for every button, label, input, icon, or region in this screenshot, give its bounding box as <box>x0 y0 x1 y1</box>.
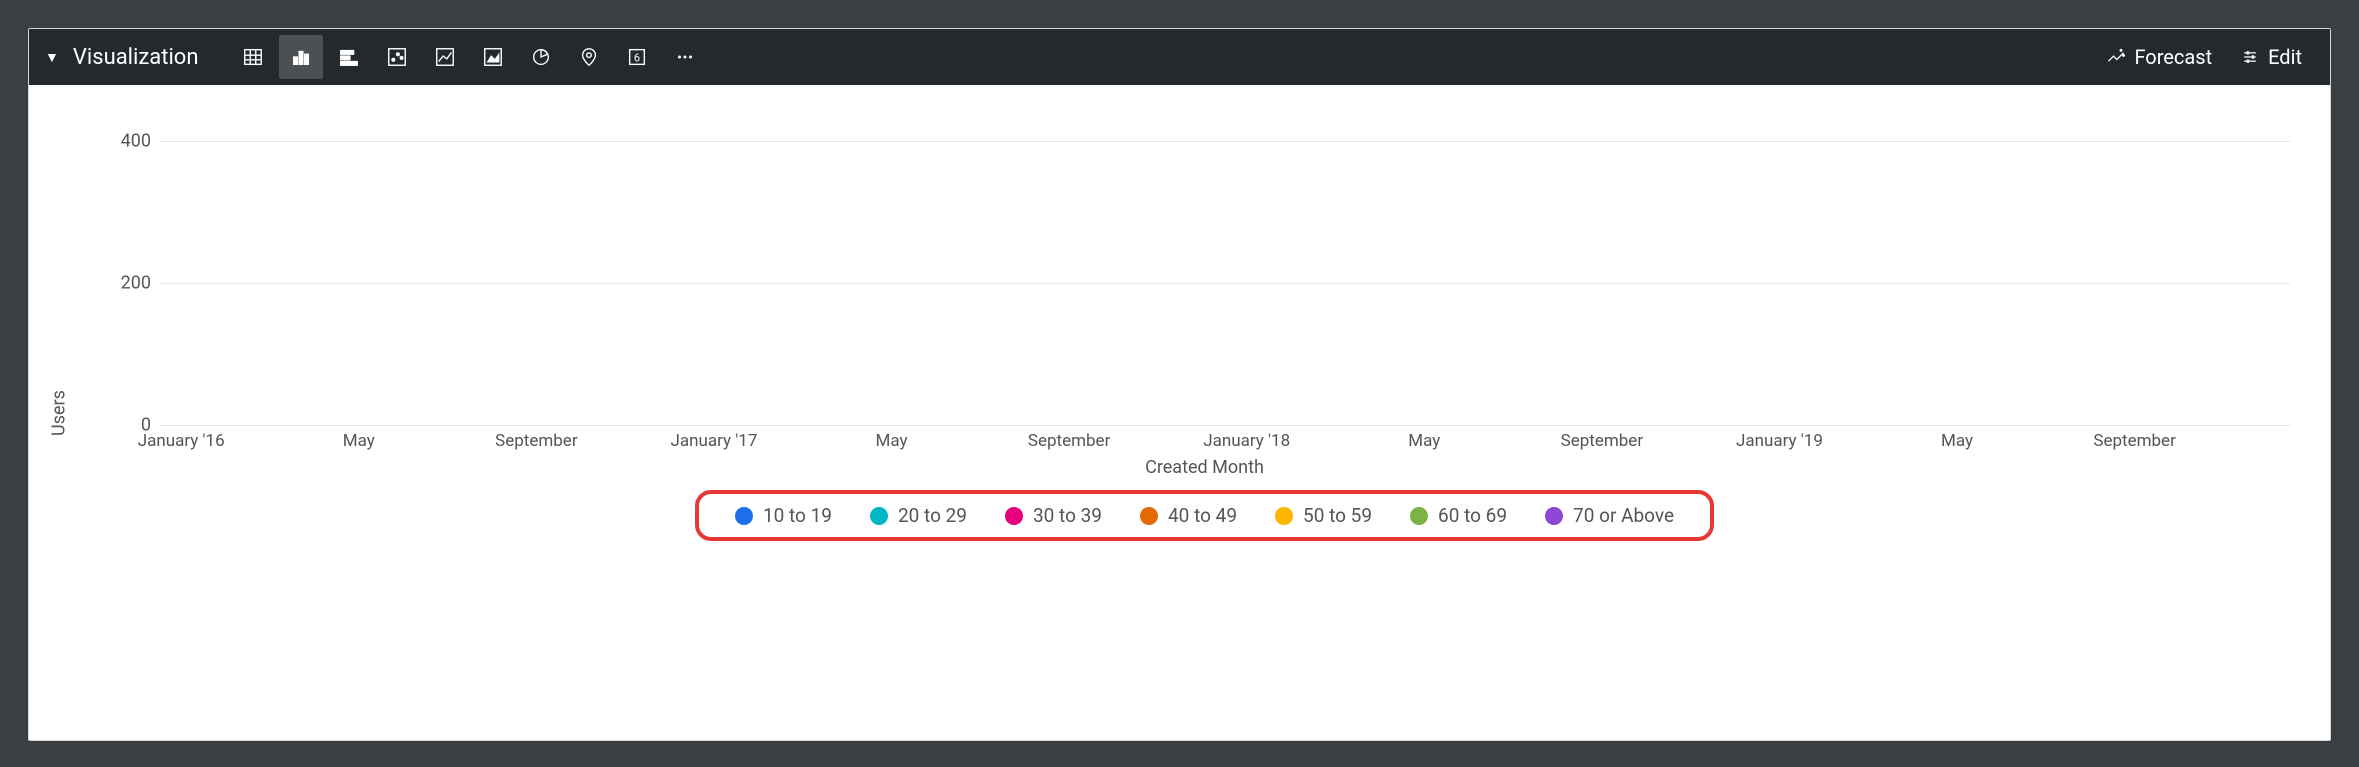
map-chart-icon[interactable] <box>567 35 611 79</box>
legend-swatch <box>735 507 753 525</box>
pie-chart-icon[interactable] <box>519 35 563 79</box>
x-tick-label: September <box>1561 431 1643 451</box>
legend-swatch <box>1545 507 1563 525</box>
legend-label: 30 to 39 <box>1033 504 1102 527</box>
legend-swatch <box>1275 507 1293 525</box>
legend-label: 40 to 49 <box>1168 504 1237 527</box>
y-axis-label: Users <box>49 390 70 436</box>
visualization-panel: ▼ Visualization <box>28 28 2331 741</box>
more-chart-types-icon[interactable] <box>663 35 707 79</box>
x-tick-label: January '17 <box>670 431 757 451</box>
chart-area: Users 0200400 January '16 May September Jan… <box>29 85 2330 740</box>
x-tick-label: September <box>1028 431 1110 451</box>
panel-title: Visualization <box>73 45 199 70</box>
legend-label: 20 to 29 <box>898 504 967 527</box>
x-tick-label: January '16 <box>138 431 225 451</box>
x-tick-label: January '19 <box>1736 431 1823 451</box>
collapse-toggle-icon[interactable]: ▼ <box>45 49 59 66</box>
legend-item[interactable]: 30 to 39 <box>1005 504 1102 527</box>
line-chart-icon[interactable] <box>423 35 467 79</box>
x-tick-label: May <box>1941 431 1973 451</box>
legend-label: 50 to 59 <box>1303 504 1372 527</box>
forecast-label: Forecast <box>2134 45 2212 69</box>
x-axis: January '16MaySeptemberJanuary '17MaySep… <box>159 425 2290 453</box>
x-tick-label: May <box>343 431 375 451</box>
y-tick-label: 200 <box>107 272 151 293</box>
chart-plot[interactable]: 0200400 <box>159 105 2290 425</box>
legend-label: 10 to 19 <box>763 504 832 527</box>
legend-label: 70 or Above <box>1573 504 1674 527</box>
y-tick-label: 400 <box>107 130 151 151</box>
legend-swatch <box>1410 507 1428 525</box>
bar-chart-icon[interactable] <box>327 35 371 79</box>
table-chart-icon[interactable] <box>231 35 275 79</box>
legend-item[interactable]: 70 or Above <box>1545 504 1674 527</box>
single-value-chart-icon[interactable]: 6 <box>615 35 659 79</box>
legend-item[interactable]: 50 to 59 <box>1275 504 1372 527</box>
legend-swatch <box>870 507 888 525</box>
legend-item[interactable]: 60 to 69 <box>1410 504 1507 527</box>
edit-button[interactable]: Edit <box>2228 35 2314 79</box>
svg-text:6: 6 <box>633 52 639 65</box>
area-chart-icon[interactable] <box>471 35 515 79</box>
x-tick-label: May <box>876 431 908 451</box>
x-tick-label: September <box>2093 431 2175 451</box>
visualization-toolbar: ▼ Visualization <box>29 29 2330 85</box>
edit-label: Edit <box>2268 45 2302 69</box>
column-chart-icon[interactable] <box>279 35 323 79</box>
bars-container <box>159 105 2290 425</box>
x-tick-label: January '18 <box>1203 431 1290 451</box>
scatter-chart-icon[interactable] <box>375 35 419 79</box>
legend-item[interactable]: 40 to 49 <box>1140 504 1237 527</box>
legend-item[interactable]: 20 to 29 <box>870 504 967 527</box>
legend-swatch <box>1140 507 1158 525</box>
x-tick-label: May <box>1408 431 1440 451</box>
legend-item[interactable]: 10 to 19 <box>735 504 832 527</box>
x-tick-label: September <box>495 431 577 451</box>
x-axis-label: Created Month <box>119 457 2290 478</box>
legend-label: 60 to 69 <box>1438 504 1507 527</box>
chart-legend: 10 to 19 20 to 29 30 to 39 40 to 49 50 to 59… <box>695 490 1714 541</box>
legend-swatch <box>1005 507 1023 525</box>
forecast-button[interactable]: Forecast <box>2094 35 2224 79</box>
